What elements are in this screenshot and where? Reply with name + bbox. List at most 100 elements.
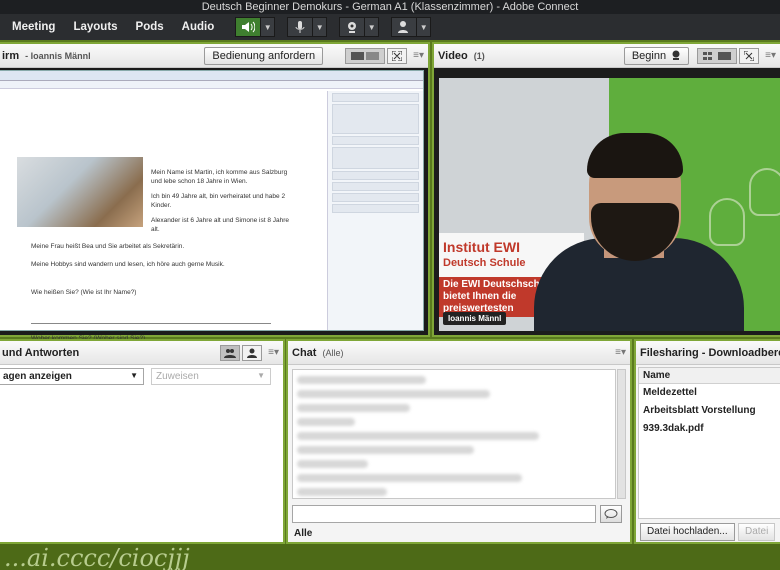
presenter-name: - Ioannis Männl [25,50,91,61]
question-filter-select[interactable]: agen anzeigen ▼ [0,368,144,385]
chat-pod-title: Chat [292,346,317,359]
qa-pod-title: und Antworten [2,346,80,359]
document-side-panel [327,91,423,330]
camera-toggle[interactable] [339,17,366,37]
request-control-button[interactable]: Bedienung anfordern [204,46,324,65]
pod-options-icon[interactable]: ≡▾ [413,50,424,61]
layout-toggle-button[interactable] [345,47,386,64]
file-list: Name Meldezettel Arbeitsblatt Vorstellun… [638,367,780,519]
menu-meeting[interactable]: Meeting [0,21,64,33]
save-file-button[interactable]: Datei [738,523,776,541]
document-toolbar [0,71,423,81]
chat-tab-all[interactable]: Alle [292,526,338,542]
banner-subtitle: Deutsch Schule [443,257,526,269]
microphone-toggle[interactable] [287,17,314,37]
background-watermark: ...ai.cccc/ciocjjj [0,544,780,570]
microphone-menu-arrow[interactable]: ▼ [313,17,328,37]
users-icon [224,348,237,358]
document-menubar [0,81,423,89]
chat-message-input[interactable] [292,505,596,523]
chat-scope: (Alle) [322,347,344,358]
menu-bar: Meeting Layouts Pods Audio ▼ ▼ ▼ ▼ [0,14,780,40]
fullscreen-icon [392,50,403,61]
speaker-toggle[interactable] [235,17,262,37]
chat-message-list [292,369,616,499]
chat-scrollbar[interactable] [617,369,626,499]
lightbulb-decoration [749,168,780,216]
document-photo [17,157,143,227]
chat-message [297,432,539,440]
chat-message [297,390,491,398]
menu-audio[interactable]: Audio [173,21,224,33]
share-pod-title: irm [2,49,20,62]
chat-message [297,446,475,454]
send-message-button[interactable] [600,505,622,523]
status-control: ▼ [391,17,432,37]
fullscreen-button[interactable] [387,47,408,64]
question-filter-value: agen anzeigen [3,371,72,382]
raise-hand-toggle[interactable] [391,17,418,37]
webcam-icon [348,22,357,33]
file-item[interactable]: Arbeitsblatt Vorstellung [639,402,780,420]
video-pod-title: Video [438,49,468,62]
file-share-content: Name Meldezettel Arbeitsblatt Vorstellun… [636,365,780,542]
chat-message [297,404,410,412]
file-share-pod: Filesharing - Downloadbereich Name Melde… [634,339,780,544]
chevron-down-icon: ▼ [257,371,265,380]
chevron-down-icon: ▼ [130,371,138,380]
shared-document-window: Mein Name ist Martin, ich komme aus Salz… [0,70,424,342]
video-layout-button[interactable] [697,47,738,64]
qa-pod-header: und Antworten ≡▾ [0,341,283,365]
status-menu-arrow[interactable]: ▼ [417,17,432,37]
watermark-text: ...ai.cccc/ciocjjj [4,544,190,570]
upload-file-button[interactable]: Datei hochladen... [640,523,735,541]
user-status-icon [398,21,409,33]
pod-options-icon[interactable]: ≡▾ [268,347,279,358]
chat-content: Alle [288,365,630,542]
pod-options-icon[interactable]: ≡▾ [615,347,626,358]
video-area: Institut EWI Deutsch Schule Die EWI Deut… [434,68,780,335]
assign-select[interactable]: Zuweisen ▼ [151,368,271,385]
chat-pod-header: Chat (Alle) ≡▾ [288,341,630,365]
video-fullscreen-button[interactable] [739,47,760,64]
speaker-icon [242,21,256,33]
camera-control: ▼ [339,17,380,37]
assign-placeholder: Zuweisen [156,371,199,382]
document-page: Mein Name ist Martin, ich komme aus Salz… [0,91,325,342]
camera-menu-arrow[interactable]: ▼ [365,17,380,37]
file-item[interactable]: Meldezettel [639,384,780,402]
chat-message [297,460,368,468]
start-webcam-label: Beginn [631,49,667,62]
chat-message [297,418,355,426]
pod-options-icon[interactable]: ≡▾ [765,50,776,61]
microphone-icon [295,21,305,33]
menu-layouts[interactable]: Layouts [64,21,126,33]
microphone-control: ▼ [287,17,328,37]
lightbulb-decoration [709,198,745,246]
fullscreen-icon [744,50,755,61]
speaker-control: ▼ [235,17,276,37]
chat-message [297,488,388,496]
file-share-pod-header: Filesharing - Downloadbereich [636,341,780,365]
document-question: Wie heißen Sie? (Wie ist Ihr Name?) [31,289,137,296]
screen-share-area: Mein Name ist Martin, ich komme aus Salz… [0,68,428,342]
file-item[interactable]: 939.3dak.pdf [639,420,780,438]
participant-view-button[interactable] [242,344,263,361]
document-paragraph: Alexander ist 6 Jahre alt und Simone ist… [151,217,290,233]
user-icon [247,348,258,358]
layout-icon [351,51,380,60]
answer-line [31,323,271,324]
speech-bubble-icon [604,509,618,519]
participant-name-tag: Ioannis Männl [443,312,507,325]
start-webcam-button[interactable]: Beginn [623,46,690,65]
menu-pods[interactable]: Pods [127,21,173,33]
video-pod-header: Video (1) Beginn ≡▾ [434,44,780,68]
webcam-feed: Institut EWI Deutsch Schule Die EWI Deut… [439,78,780,331]
document-paragraph: Meine Hobbys sind wandern und lesen, ich… [31,261,225,268]
chat-pod: Chat (Alle) ≡▾ Alle [286,339,632,544]
window-title: Deutsch Beginner Demokurs - German A1 (K… [0,0,780,14]
webcam-icon [672,50,680,60]
host-view-button[interactable] [220,344,241,361]
file-list-header-name[interactable]: Name [639,368,780,384]
speaker-menu-arrow[interactable]: ▼ [261,17,276,37]
